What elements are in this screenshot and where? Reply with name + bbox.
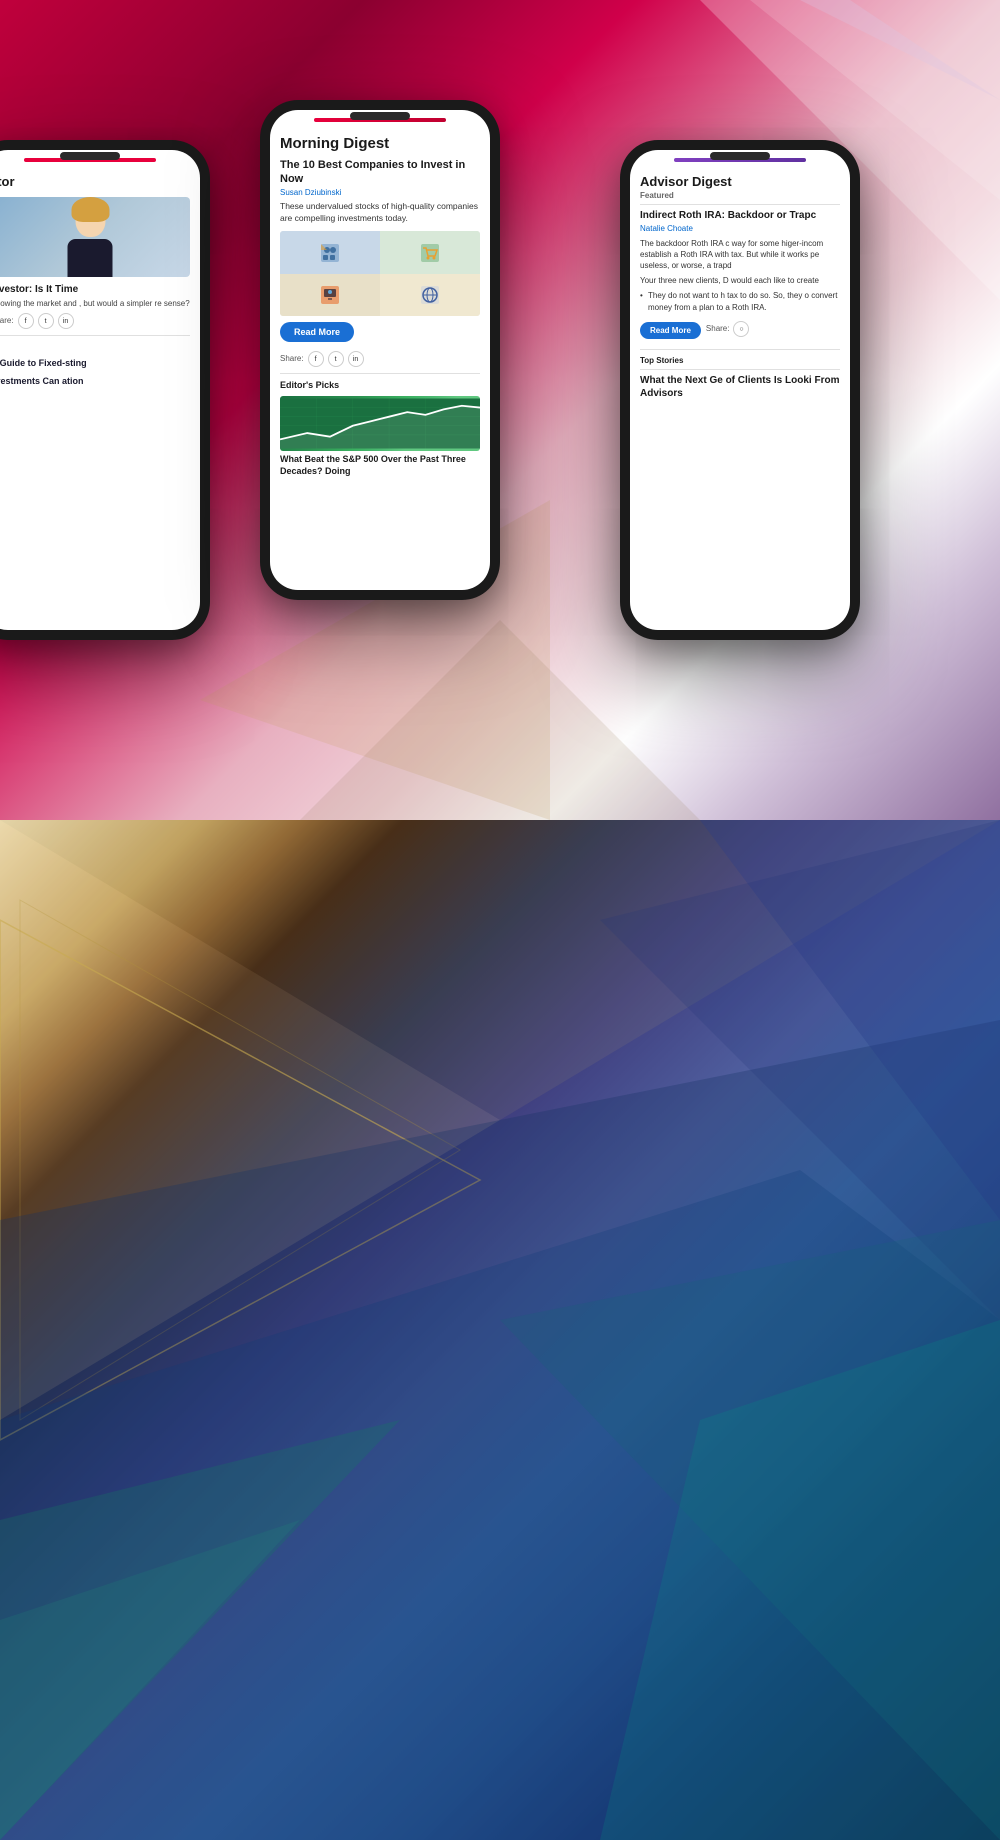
- left-author-image: [0, 197, 190, 277]
- img-cell-4: [380, 274, 480, 317]
- center-facebook-icon[interactable]: f: [308, 351, 324, 367]
- left-article-body: following the market and , but would a s…: [0, 299, 190, 309]
- right-top-story-title: What the Next Ge of Clients Is Looki Fro…: [640, 374, 840, 400]
- right-divider: [640, 349, 840, 350]
- left-phone-wrapper: stor Investor: Is It Time following the …: [0, 140, 210, 640]
- right-bullet-point: They do not want to h tax to do so. So, …: [640, 290, 840, 312]
- right-phone-title: Advisor Digest: [640, 174, 840, 191]
- editors-picks-title: What Beat the S&P 500 Over the Past Thre…: [280, 454, 480, 477]
- cart-icon: [419, 242, 441, 264]
- chart-image: [280, 396, 480, 451]
- background-bottom: [0, 820, 1000, 1840]
- right-share-row: Share: ○: [706, 321, 750, 337]
- read-more-button[interactable]: Read More: [280, 322, 354, 342]
- center-phone-wrapper: Morning Digest The 10 Best Companies to …: [260, 100, 500, 600]
- author-head: [75, 202, 105, 237]
- center-article-image: [280, 231, 480, 316]
- center-phone-title: Morning Digest: [280, 134, 480, 154]
- phones-container: stor Investor: Is It Time following the …: [0, 100, 1000, 920]
- left-phone-title: stor: [0, 174, 190, 191]
- center-divider: [280, 373, 480, 374]
- center-article-body: These undervalued stocks of high-quality…: [280, 201, 480, 225]
- center-phone-content: Morning Digest The 10 Best Companies to …: [270, 122, 490, 582]
- right-article-body: The backdoor Roth IRA c way for some hig…: [640, 238, 840, 272]
- right-read-more-button[interactable]: Read More: [640, 322, 701, 339]
- center-article-author: Susan Dziubinski: [280, 188, 480, 198]
- right-phone-screen: Advisor Digest Featured Indirect Roth IR…: [630, 150, 850, 630]
- left-share-label: Share:: [0, 316, 14, 326]
- center-share-row: Share: f t in: [280, 351, 480, 367]
- left-share-row: Share: f t in: [0, 313, 190, 329]
- left-section-title: ts: [0, 342, 190, 354]
- center-linkedin-icon[interactable]: in: [348, 351, 364, 367]
- globe-icon: [419, 284, 441, 306]
- computer-icon: [319, 284, 341, 306]
- left-article-headline: Investor: Is It Time: [0, 283, 190, 296]
- author-figure: [63, 202, 118, 277]
- left-divider-1: [0, 335, 190, 336]
- editors-picks-label: Editor's Picks: [280, 380, 480, 392]
- facebook-icon[interactable]: f: [18, 313, 34, 329]
- twitter-icon[interactable]: t: [38, 313, 54, 329]
- center-phone: Morning Digest The 10 Best Companies to …: [260, 100, 500, 600]
- left-phone: stor Investor: Is It Time following the …: [0, 140, 210, 640]
- right-article-headline: Indirect Roth IRA: Backdoor or Trapc: [640, 209, 840, 222]
- right-phone-wrapper: Advisor Digest Featured Indirect Roth IR…: [620, 140, 860, 640]
- featured-label: Featured: [640, 191, 840, 205]
- img-cell-3: [280, 274, 380, 317]
- right-article-author: Natalie Choate: [640, 224, 840, 234]
- linkedin-icon[interactable]: in: [58, 313, 74, 329]
- center-twitter-icon[interactable]: t: [328, 351, 344, 367]
- left-item-2-title: nvestments Can ation: [0, 376, 190, 388]
- img-cell-2: [380, 231, 480, 274]
- left-article-item-2: nvestments Can ation: [0, 376, 190, 388]
- left-phone-content: stor Investor: Is It Time following the …: [0, 162, 200, 622]
- right-phone: Advisor Digest Featured Indirect Roth IR…: [620, 140, 860, 640]
- center-phone-screen: Morning Digest The 10 Best Companies to …: [270, 110, 490, 590]
- left-article-item-1: 's Guide to Fixed-sting: [0, 358, 190, 370]
- right-share-label: Share:: [706, 324, 730, 334]
- editors-picks-image: [280, 396, 480, 451]
- author-hair: [71, 197, 109, 222]
- img-cell-1: [280, 231, 380, 274]
- people-icon: [319, 242, 341, 264]
- right-share-icon[interactable]: ○: [733, 321, 749, 337]
- left-item-1-title: 's Guide to Fixed-sting: [0, 358, 190, 370]
- right-article-body-2: Your three new clients, D would each lik…: [640, 275, 840, 286]
- left-phone-screen: stor Investor: Is It Time following the …: [0, 150, 200, 630]
- center-article-headline: The 10 Best Companies to Invest in Now: [280, 158, 480, 187]
- center-share-label: Share:: [280, 354, 304, 364]
- top-stories-label: Top Stories: [640, 356, 840, 370]
- right-phone-content: Advisor Digest Featured Indirect Roth IR…: [630, 162, 850, 622]
- author-body: [68, 239, 113, 277]
